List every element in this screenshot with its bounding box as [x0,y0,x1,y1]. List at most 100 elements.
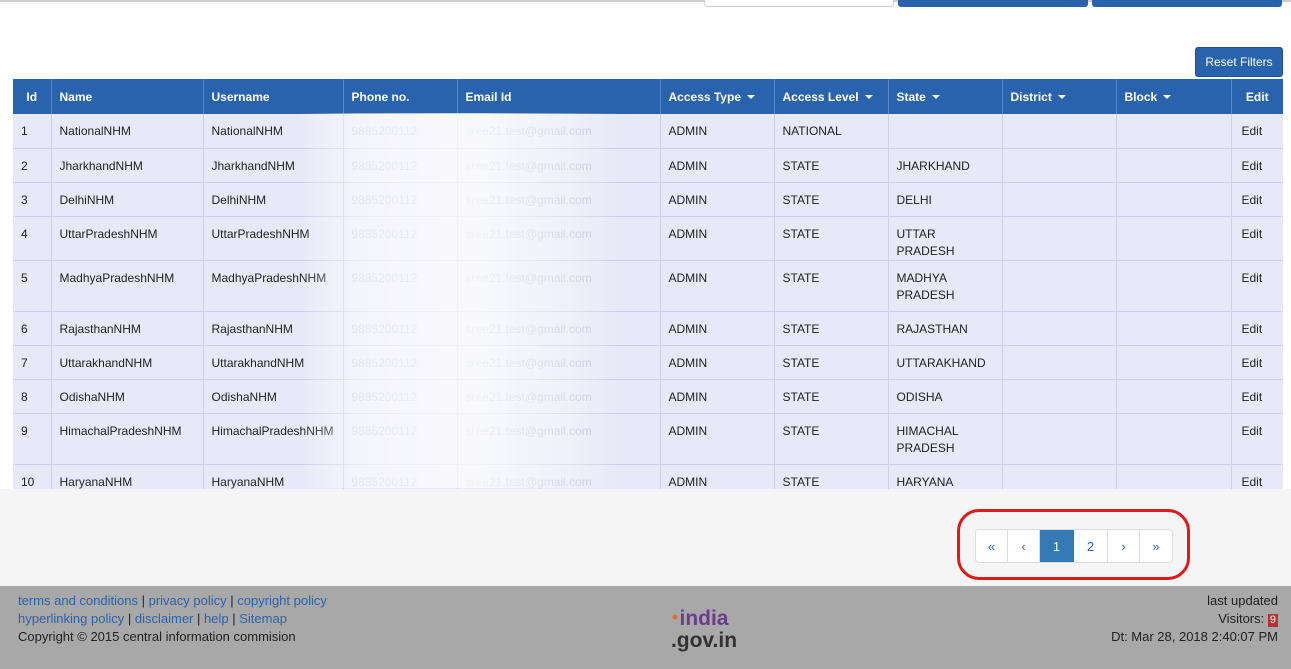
cell-access-type: ADMIN [660,182,775,217]
footer-links-line-1: terms and conditions | privacy policy | … [18,592,327,610]
logo-text-top: india [679,607,728,630]
edit-link[interactable]: Edit [1231,148,1283,183]
footer-links-line-2: hyperlinking policy | disclaimer | help … [18,610,327,628]
edit-link[interactable]: Edit [1231,260,1283,312]
cell-district [1002,182,1117,217]
sitemap-link[interactable]: Sitemap [239,611,287,626]
cell-email: sree21.test@gmail.com [457,114,661,149]
cell-id: 3 [13,182,52,217]
cell-state: JHARKHAND [888,148,1003,183]
privacy-link[interactable]: privacy policy [149,593,227,608]
pagination-first-button[interactable]: « [976,530,1008,562]
cell-phone: 9885200112 [343,148,458,183]
cell-id: 5 [13,260,52,312]
column-header-block[interactable]: Block [1116,79,1232,114]
cell-block [1116,345,1232,380]
cell-state: RAJASTHAN [888,311,1003,346]
cell-phone: 9885200112 [343,114,458,149]
footer-meta: last updated Visitors: 9 Dt: Mar 28, 201… [1111,592,1278,646]
cell-username: JharkhandNHM [203,148,344,183]
edit-link[interactable]: Edit [1231,379,1283,414]
cell-email: sree21.test@gmail.com [457,311,661,346]
column-header-access-level[interactable]: Access Level [774,79,889,114]
disclaimer-link[interactable]: disclaimer [135,611,194,626]
cell-username: HimachalPradeshNHM [203,413,344,465]
logo-dot [672,614,678,620]
pagination-page-2[interactable]: 2 [1074,530,1108,562]
cell-access-level: STATE [774,413,889,465]
cell-id: 4 [13,216,52,261]
pagination-prev-button[interactable]: ‹ [1008,530,1040,562]
table-row: 6 RajasthanNHM RajasthanNHM 9885200112 sree2… [13,311,1283,346]
cell-username: UttarPradeshNHM [203,216,344,261]
pagination-next-button[interactable]: › [1108,530,1140,562]
cell-access-type: ADMIN [660,413,775,465]
cell-block [1116,216,1232,261]
cell-phone: 9885200112 [343,182,458,217]
cell-name: NationalNHM [51,114,204,149]
cell-district [1002,260,1117,312]
terms-link[interactable]: terms and conditions [18,593,138,608]
cell-block [1116,413,1232,465]
logo-text-bottom: .gov.in [671,629,737,652]
edit-link[interactable]: Edit [1231,216,1283,261]
reset-filters-button[interactable]: Reset Filters [1195,47,1283,77]
cell-access-level: STATE [774,311,889,346]
edit-link[interactable]: Edit [1231,345,1283,380]
table-row: 2 JharkhandNHM JharkhandNHM 9885200112 sree2… [13,148,1283,183]
toolbar-button-1[interactable] [898,0,1088,7]
cell-access-type: ADMIN [660,114,775,149]
edit-link[interactable]: Edit [1231,182,1283,217]
cell-phone: 9885200112 [343,311,458,346]
cell-id: 2 [13,148,52,183]
search-input[interactable] [704,0,894,7]
visitors-row: Visitors: 9 [1111,610,1278,628]
help-link[interactable]: help [204,611,229,626]
cell-access-level: STATE [774,182,889,217]
edit-link[interactable]: Edit [1231,114,1283,149]
cell-district [1002,216,1117,261]
cell-block [1116,182,1232,217]
pagination-last-button[interactable]: » [1140,530,1172,562]
cell-access-type: ADMIN [660,148,775,183]
footer-links: terms and conditions | privacy policy | … [18,592,327,646]
table-row: 3 DelhiNHM DelhiNHM 9885200112 sree21.test@g… [13,182,1283,217]
table-row: 5 MadhyaPradeshNHM MadhyaPradeshNHM 9885200… [13,260,1283,312]
cell-district [1002,311,1117,346]
cell-access-level: STATE [774,148,889,183]
hyperlinking-link[interactable]: hyperlinking policy [18,611,124,626]
last-updated-label: last updated [1207,593,1278,608]
toolbar-button-2[interactable] [1092,0,1282,7]
cell-district [1002,345,1117,380]
pagination: « ‹ 1 2 › » [975,529,1173,563]
cell-name: HimachalPradeshNHM [51,413,204,465]
separator: | [230,593,234,608]
visitors-label: Visitors: [1218,611,1265,626]
visitors-count: 9 [1267,614,1278,627]
edit-link[interactable]: Edit [1231,311,1283,346]
cell-block [1116,148,1232,183]
separator: | [197,611,201,626]
column-header-district[interactable]: District [1002,79,1117,114]
cell-block [1116,311,1232,346]
cell-state: HIMACHAL PRADESH [888,413,1003,465]
cell-username: RajasthanNHM [203,311,344,346]
copyright-link[interactable]: copyright policy [237,593,327,608]
cell-access-level: STATE [774,260,889,312]
column-header-id: Id [13,79,52,114]
cell-access-level: STATE [774,379,889,414]
cell-name: UttarPradeshNHM [51,216,204,261]
column-header-username: Username [203,79,344,114]
column-header-state[interactable]: State [888,79,1003,114]
column-header-access-type[interactable]: Access Type [660,79,775,114]
cell-block [1116,114,1232,149]
india-gov-logo[interactable]: india .gov.in [664,605,744,653]
cell-id: 6 [13,311,52,346]
copyright-text: Copyright © 2015 central information com… [18,629,296,644]
edit-link[interactable]: Edit [1231,413,1283,465]
cell-block [1116,260,1232,312]
table-row: 8 OdishaNHM OdishaNHM 9885200112 sree21.test… [13,379,1283,414]
pagination-page-1[interactable]: 1 [1040,530,1074,562]
cell-name: JharkhandNHM [51,148,204,183]
cell-username: NationalNHM [203,114,344,149]
